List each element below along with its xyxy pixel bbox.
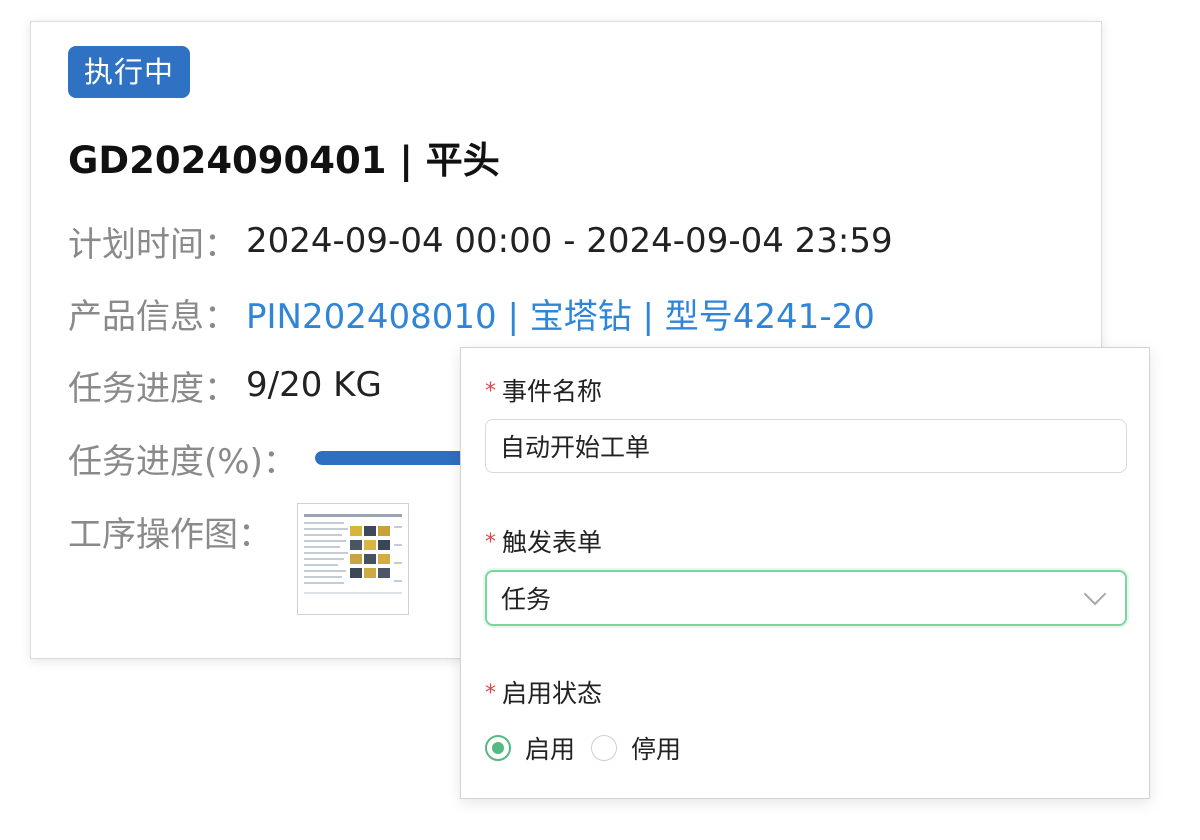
plan-time-row: 计划时间： 2024-09-04 00:00 - 2024-09-04 23:5…: [68, 216, 893, 266]
product-info-label: 产品信息：: [68, 296, 238, 337]
radio-enable-circle[interactable]: [485, 735, 511, 761]
task-progress-percent-label: 任务进度(%)：: [68, 441, 297, 482]
plan-time-label: 计划时间：: [68, 224, 238, 265]
trigger-form-select[interactable]: 任务: [485, 570, 1127, 626]
process-diagram-thumbnail[interactable]: [297, 503, 409, 615]
trigger-form-label: * 触发表单: [485, 523, 602, 559]
chevron-down-icon: [1083, 582, 1107, 606]
enable-status-label-text: 启用状态: [502, 679, 603, 708]
task-progress-label: 任务进度：: [68, 368, 238, 409]
radio-disable-label: 停用: [631, 735, 682, 764]
order-title: GD2024090401 | 平头: [68, 139, 500, 182]
event-form-panel: *事件名称 *触发表单 任务 *启用状态 启用 停用: [460, 347, 1150, 799]
thumbnail-image-icon: [298, 504, 408, 614]
radio-enable[interactable]: 启用: [485, 730, 575, 766]
task-progress-row: 任务进度： 9/20 KG: [68, 360, 382, 410]
product-info-row: 产品信息： PIN202408010 | 宝塔钻 | 型号4241-20: [68, 288, 875, 338]
screen: 执行中 GD2024090401 | 平头 计划时间： 2024-09-04 0…: [0, 0, 1200, 840]
required-mark: *: [485, 530, 496, 555]
task-progress-value: 9/20 KG: [246, 365, 382, 405]
enable-status-radio-group: 启用 停用: [485, 730, 697, 766]
radio-disable[interactable]: 停用: [591, 730, 681, 766]
plan-time-value: 2024-09-04 00:00 - 2024-09-04 23:59: [246, 221, 893, 261]
required-mark: *: [485, 681, 496, 706]
event-name-input[interactable]: [485, 419, 1127, 473]
required-mark: *: [485, 379, 496, 404]
trigger-form-selected-value: 任务: [501, 585, 552, 614]
event-name-label: * 事件名称: [485, 372, 602, 408]
process-diagram-row: 工序操作图：: [68, 506, 280, 556]
status-badge: 执行中: [68, 46, 191, 98]
event-name-label-text: 事件名称: [502, 377, 603, 406]
trigger-form-label-text: 触发表单: [502, 528, 603, 557]
process-diagram-label: 工序操作图：: [68, 514, 272, 555]
product-info-link[interactable]: PIN202408010 | 宝塔钻 | 型号4241-20: [246, 289, 875, 338]
enable-status-label: * 启用状态: [485, 674, 602, 710]
radio-disable-circle[interactable]: [591, 735, 618, 761]
radio-enable-label: 启用: [525, 735, 576, 764]
